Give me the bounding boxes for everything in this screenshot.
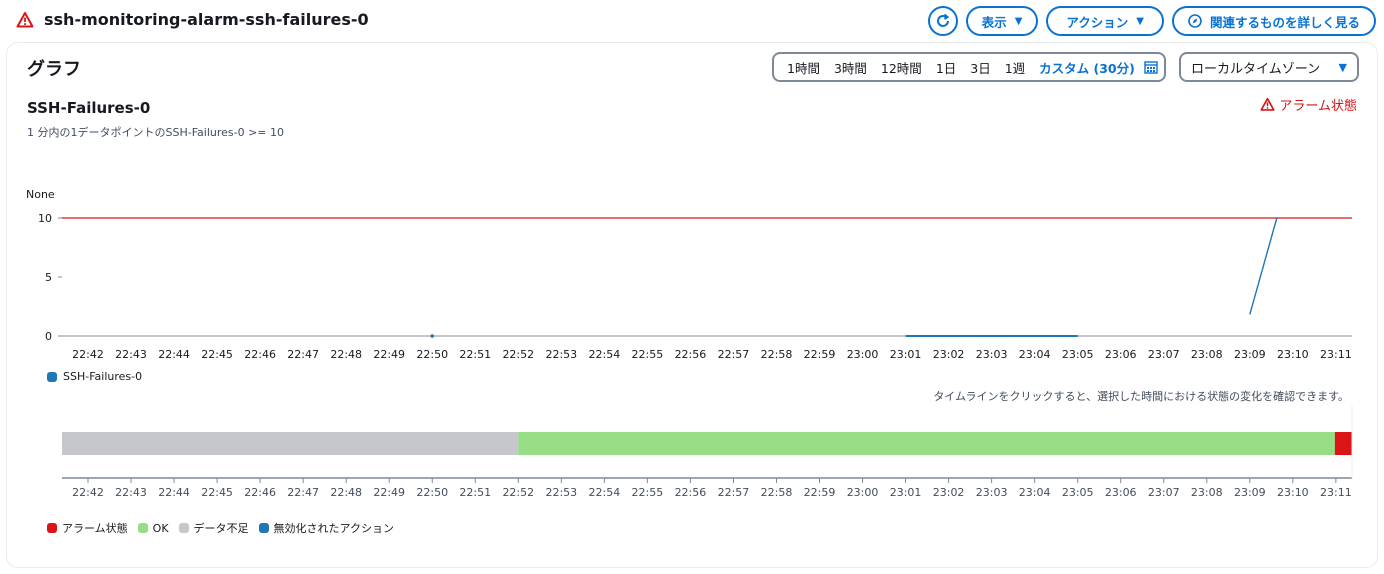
x-tick-label: 22:49 bbox=[373, 348, 405, 361]
timeline-tick-label: 22:47 bbox=[287, 486, 319, 499]
x-tick-label: 23:10 bbox=[1277, 348, 1309, 361]
x-tick-label: 23:00 bbox=[847, 348, 879, 361]
x-tick-label: 22:51 bbox=[459, 348, 491, 361]
series-legend-label[interactable]: SSH-Failures-0 bbox=[63, 370, 142, 383]
timeline-tick-label: 23:07 bbox=[1148, 486, 1180, 499]
timeline-tick-label: 22:58 bbox=[761, 486, 793, 499]
timeline-legend: アラーム状態 OK データ不足 無効化されたアクション bbox=[47, 520, 394, 536]
timeline-tick-label: 22:56 bbox=[675, 486, 707, 499]
timeline-tick-label: 22:57 bbox=[718, 486, 750, 499]
x-tick-label: 22:43 bbox=[115, 348, 147, 361]
x-tick-label: 22:50 bbox=[416, 348, 448, 361]
x-tick-label: 22:58 bbox=[761, 348, 793, 361]
x-tick-label: 23:01 bbox=[890, 348, 922, 361]
x-tick-label: 22:44 bbox=[158, 348, 190, 361]
x-tick-label: 23:06 bbox=[1105, 348, 1137, 361]
y-tick-label: 10 bbox=[38, 212, 52, 225]
timeline-tick-label: 23:03 bbox=[976, 486, 1008, 499]
timeline-tick-label: 22:59 bbox=[804, 486, 836, 499]
x-tick-label: 22:56 bbox=[675, 348, 707, 361]
timeline-tick-label: 22:48 bbox=[330, 486, 362, 499]
series-line-rise bbox=[1249, 217, 1278, 315]
timeline-tick-label: 23:11 bbox=[1320, 486, 1352, 499]
legend-swatch-alarm bbox=[47, 523, 57, 533]
y-axis-label: None bbox=[26, 188, 55, 201]
x-tick-label: 22:42 bbox=[72, 348, 104, 361]
series-legend: SSH-Failures-0 bbox=[47, 370, 142, 383]
x-tick-label: 22:46 bbox=[244, 348, 276, 361]
x-tick-label: 23:02 bbox=[933, 348, 965, 361]
timeline-tick-label: 23:05 bbox=[1062, 486, 1094, 499]
timeline-tick-label: 22:50 bbox=[416, 486, 448, 499]
timeline-tick-label: 23:08 bbox=[1191, 486, 1223, 499]
x-tick-label: 22:57 bbox=[718, 348, 750, 361]
legend-swatch-insufficient bbox=[178, 523, 189, 533]
timeline-tick-label: 22:44 bbox=[158, 486, 190, 499]
legend-label-disabled: 無効化されたアクション bbox=[273, 522, 394, 535]
timeline-tick-label: 22:53 bbox=[545, 486, 577, 499]
metric-chart: None 10 5 0 22:42 22:43 22:44 22:45 22:46 22:47 22… bbox=[26, 188, 1353, 499]
x-tick-label: 23:03 bbox=[976, 348, 1008, 361]
series-legend-swatch bbox=[47, 371, 57, 382]
series-point[interactable] bbox=[430, 334, 435, 338]
timeline-tick-label: 23:04 bbox=[1019, 486, 1051, 499]
legend-swatch-ok bbox=[137, 523, 148, 533]
x-tick-label: 23:08 bbox=[1191, 348, 1223, 361]
x-tick-label: 22:48 bbox=[330, 348, 362, 361]
x-tick-label: 22:52 bbox=[502, 348, 534, 361]
timeline-tick-label: 22:55 bbox=[632, 486, 664, 499]
legend-label-ok: OK bbox=[152, 521, 169, 535]
legend-label-alarm: アラーム状態 bbox=[62, 522, 128, 535]
x-tick-label: 22:53 bbox=[545, 348, 577, 361]
timeline-tick-label: 22:43 bbox=[115, 486, 147, 499]
x-tick-label: 23:09 bbox=[1234, 348, 1266, 361]
legend-label-insufficient: データ不足 bbox=[193, 522, 249, 535]
timeline-tick-label: 23:09 bbox=[1234, 486, 1266, 499]
x-tick-label: 22:54 bbox=[589, 348, 621, 361]
timeline-tick-label: 22:46 bbox=[244, 486, 276, 499]
timeline-tick-label: 22:49 bbox=[373, 486, 405, 499]
timeline-tick-label: 22:45 bbox=[201, 486, 233, 499]
legend-swatch-disabled bbox=[258, 523, 269, 533]
timeline-tick-label: 23:10 bbox=[1277, 486, 1309, 499]
x-tick-label: 23:05 bbox=[1062, 348, 1094, 361]
x-tick-label: 23:07 bbox=[1148, 348, 1180, 361]
x-tick-label: 22:59 bbox=[804, 348, 836, 361]
x-tick-label: 22:55 bbox=[632, 348, 664, 361]
timeline-segment-insufficient[interactable] bbox=[62, 432, 519, 455]
timeline-segment-alarm[interactable] bbox=[1334, 432, 1352, 455]
timeline-tick-label: 23:06 bbox=[1105, 486, 1137, 499]
timeline-tick-label: 22:52 bbox=[502, 486, 534, 499]
x-tick-label: 23:04 bbox=[1019, 348, 1051, 361]
y-tick-label: 0 bbox=[45, 330, 52, 343]
timeline-tick-label: 22:42 bbox=[72, 486, 104, 499]
y-tick-label: 5 bbox=[45, 271, 52, 284]
timeline-tick-label: 22:54 bbox=[589, 486, 621, 499]
timeline-tick-label: 23:01 bbox=[890, 486, 922, 499]
timeline-segment-ok[interactable] bbox=[518, 432, 1335, 455]
timeline-tick-label: 23:02 bbox=[933, 486, 965, 499]
timeline-tick-label: 22:51 bbox=[459, 486, 491, 499]
x-tick-label: 23:11 bbox=[1320, 348, 1352, 361]
x-tick-label: 22:45 bbox=[201, 348, 233, 361]
timeline-tick-label: 23:00 bbox=[847, 486, 879, 499]
x-tick-label: 22:47 bbox=[287, 348, 319, 361]
